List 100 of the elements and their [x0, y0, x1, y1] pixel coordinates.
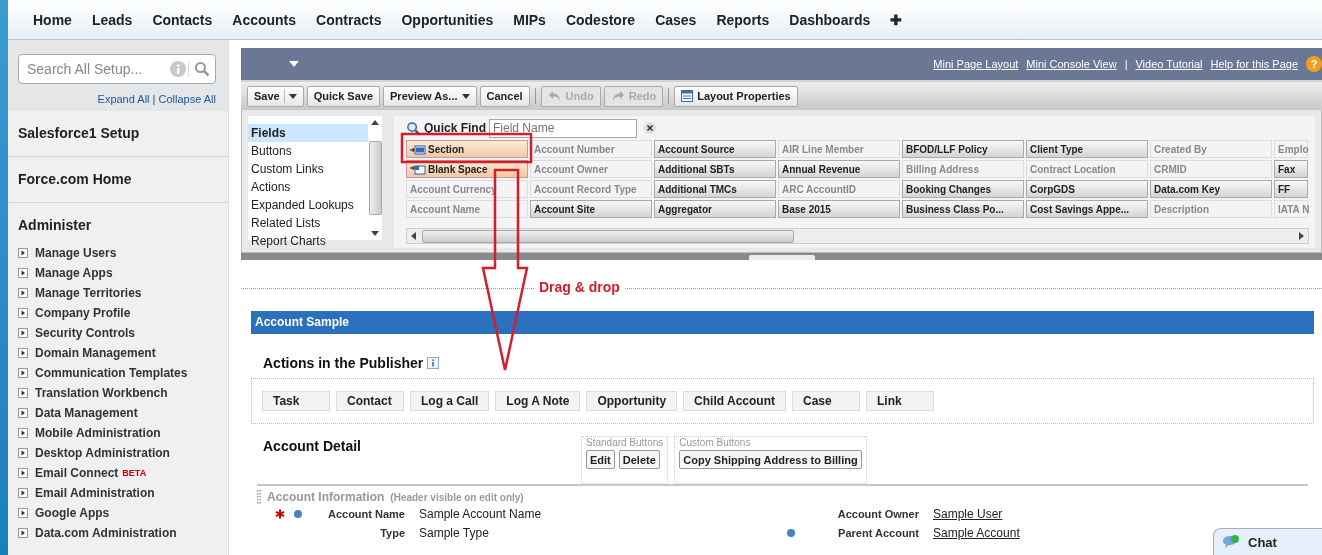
expand-icon[interactable]	[18, 348, 28, 358]
nav-tab[interactable]: Home	[23, 11, 82, 28]
expand-icon[interactable]	[18, 268, 28, 278]
toolbar-button[interactable]: Quick Save	[306, 85, 381, 107]
sidebar-item[interactable]: Email Administration	[35, 486, 155, 500]
category-item[interactable]: Custom Links	[248, 160, 368, 178]
expand-icon[interactable]	[18, 368, 28, 378]
nav-tab[interactable]: Contracts	[306, 11, 392, 28]
palette-field[interactable]: Account Source	[654, 140, 776, 158]
sidebar-item[interactable]: Communication Templates	[35, 366, 188, 380]
sidebar-item[interactable]: Manage Users	[35, 246, 117, 260]
expand-icon[interactable]	[18, 528, 28, 538]
nav-tab[interactable]: Contacts	[142, 11, 223, 28]
nav-tab[interactable]: Accounts	[222, 11, 307, 28]
scroll-up-icon[interactable]	[371, 120, 379, 125]
scroll-left-icon[interactable]	[411, 232, 416, 240]
help-link[interactable]: Help for this Page	[1210, 58, 1298, 70]
nav-tab[interactable]: Cases	[645, 11, 707, 28]
help-link[interactable]: Video Tutorial	[1135, 58, 1203, 70]
palette-field[interactable]: Annual Revenue	[778, 160, 900, 178]
action-button[interactable]: Contact	[336, 391, 404, 411]
sidebar-item[interactable]: Manage Territories	[35, 286, 142, 300]
nav-tab[interactable]: Opportunities	[391, 11, 504, 28]
scroll-right-icon[interactable]	[1299, 232, 1304, 240]
quick-find-field[interactable]: Field Name	[489, 118, 637, 138]
palette-element[interactable]: Section	[406, 140, 528, 158]
expand-all-link[interactable]: Expand All	[97, 93, 150, 105]
info-icon[interactable]	[427, 357, 440, 369]
expand-icon[interactable]	[18, 468, 28, 478]
palette-field[interactable]: CorpGDS	[1026, 180, 1148, 198]
action-button[interactable]: Case	[792, 391, 860, 411]
collapse-all-link[interactable]: Collapse All	[158, 93, 216, 105]
chat-button[interactable]: Chat	[1213, 528, 1322, 555]
sidebar-item[interactable]: Google Apps	[35, 506, 110, 520]
sidebar-item[interactable]: Translation Workbench	[35, 386, 168, 400]
palette-field[interactable]: Cost Savings Appe...	[1026, 200, 1148, 218]
category-item[interactable]: Fields	[248, 124, 368, 142]
palette-field[interactable]: Booking Changes	[902, 180, 1024, 198]
toolbar-button[interactable]: Preview As...	[383, 85, 477, 107]
palette-field[interactable]: Data.com Key	[1150, 180, 1272, 198]
sidebar-item[interactable]: Mobile Administration	[35, 426, 161, 440]
action-button[interactable]: Link	[866, 391, 934, 411]
search-icon[interactable]	[188, 61, 210, 77]
toolbar-button[interactable]: Layout Properties	[674, 85, 798, 107]
sidebar-item[interactable]: Data Management	[35, 406, 138, 420]
detail-button[interactable]: Delete	[618, 450, 660, 469]
scroll-down-icon[interactable]	[371, 231, 379, 236]
action-button[interactable]: Task	[262, 391, 330, 411]
sidebar-item[interactable]: Domain Management	[35, 346, 156, 360]
palette-field[interactable]: Additional TMCs	[654, 180, 776, 198]
expand-icon[interactable]	[18, 248, 28, 258]
expand-icon[interactable]	[18, 488, 28, 498]
palette-field[interactable]: Fax	[1274, 160, 1308, 178]
expand-icon[interactable]	[18, 308, 28, 318]
sidebar-item[interactable]: Manage Apps	[35, 266, 113, 280]
category-item[interactable]: Report Charts	[248, 232, 368, 250]
action-button[interactable]: Log a Call	[410, 391, 490, 411]
palette-field[interactable]: Additional SBTs	[654, 160, 776, 178]
palette-field[interactable]: Aggregator	[654, 200, 776, 218]
palette-field[interactable]: BFOD/LLF Policy	[902, 140, 1024, 158]
category-item[interactable]: Expanded Lookups	[248, 196, 368, 214]
search-field[interactable]: Search All Setup...	[18, 54, 216, 84]
category-item[interactable]: Actions	[248, 178, 368, 196]
action-button[interactable]: Log A Note	[495, 391, 581, 411]
action-button[interactable]: Child Account	[683, 391, 786, 411]
toolbar-button[interactable]: Save	[247, 85, 304, 107]
palette-field[interactable]: Business Class Po...	[902, 200, 1024, 218]
expand-icon[interactable]	[18, 428, 28, 438]
drag-handle-icon[interactable]	[257, 490, 261, 504]
sidebar-item[interactable]: Email Connect	[35, 466, 119, 480]
palette-field[interactable]: Account Site	[530, 200, 652, 218]
nav-tab[interactable]: Leads	[81, 11, 143, 28]
detail-button[interactable]: Copy Shipping Address to Billing	[679, 450, 862, 469]
sidebar-item[interactable]: Desktop Administration	[35, 446, 170, 460]
sidebar-item[interactable]: Security Controls	[35, 326, 136, 340]
field-value-link[interactable]: Sample Account	[933, 526, 1020, 540]
help-link[interactable]: Mini Console View	[1026, 58, 1117, 70]
nav-tab[interactable]: Reports	[706, 11, 780, 28]
detail-button[interactable]: Edit	[586, 450, 615, 469]
expand-icon[interactable]	[18, 328, 28, 338]
sidebar-item[interactable]: Data.com Administration	[35, 526, 177, 540]
caret-icon[interactable]	[289, 61, 299, 67]
expand-icon[interactable]	[18, 508, 28, 518]
field-value-link[interactable]: Sample User	[933, 507, 1003, 521]
palette-field[interactable]: FF	[1274, 180, 1308, 198]
nav-tab[interactable]: Dashboards	[779, 11, 881, 28]
help-link[interactable]: Mini Page Layout	[933, 58, 1019, 70]
clear-icon[interactable]	[644, 122, 656, 134]
scrollbar[interactable]	[406, 228, 1309, 244]
toolbar-button[interactable]: Cancel	[479, 85, 530, 107]
palette-field[interactable]: Client Type	[1026, 140, 1148, 158]
expand-icon[interactable]	[18, 408, 28, 418]
palette-field[interactable]: Base 2015	[778, 200, 900, 218]
expand-icon[interactable]	[18, 388, 28, 398]
nav-tab[interactable]: MIPs	[503, 11, 556, 28]
nav-tab[interactable]: ✚	[880, 11, 913, 28]
expand-icon[interactable]	[18, 448, 28, 458]
category-item[interactable]: Related Lists	[248, 214, 368, 232]
action-button[interactable]: Opportunity	[586, 391, 678, 411]
expand-icon[interactable]	[18, 288, 28, 298]
